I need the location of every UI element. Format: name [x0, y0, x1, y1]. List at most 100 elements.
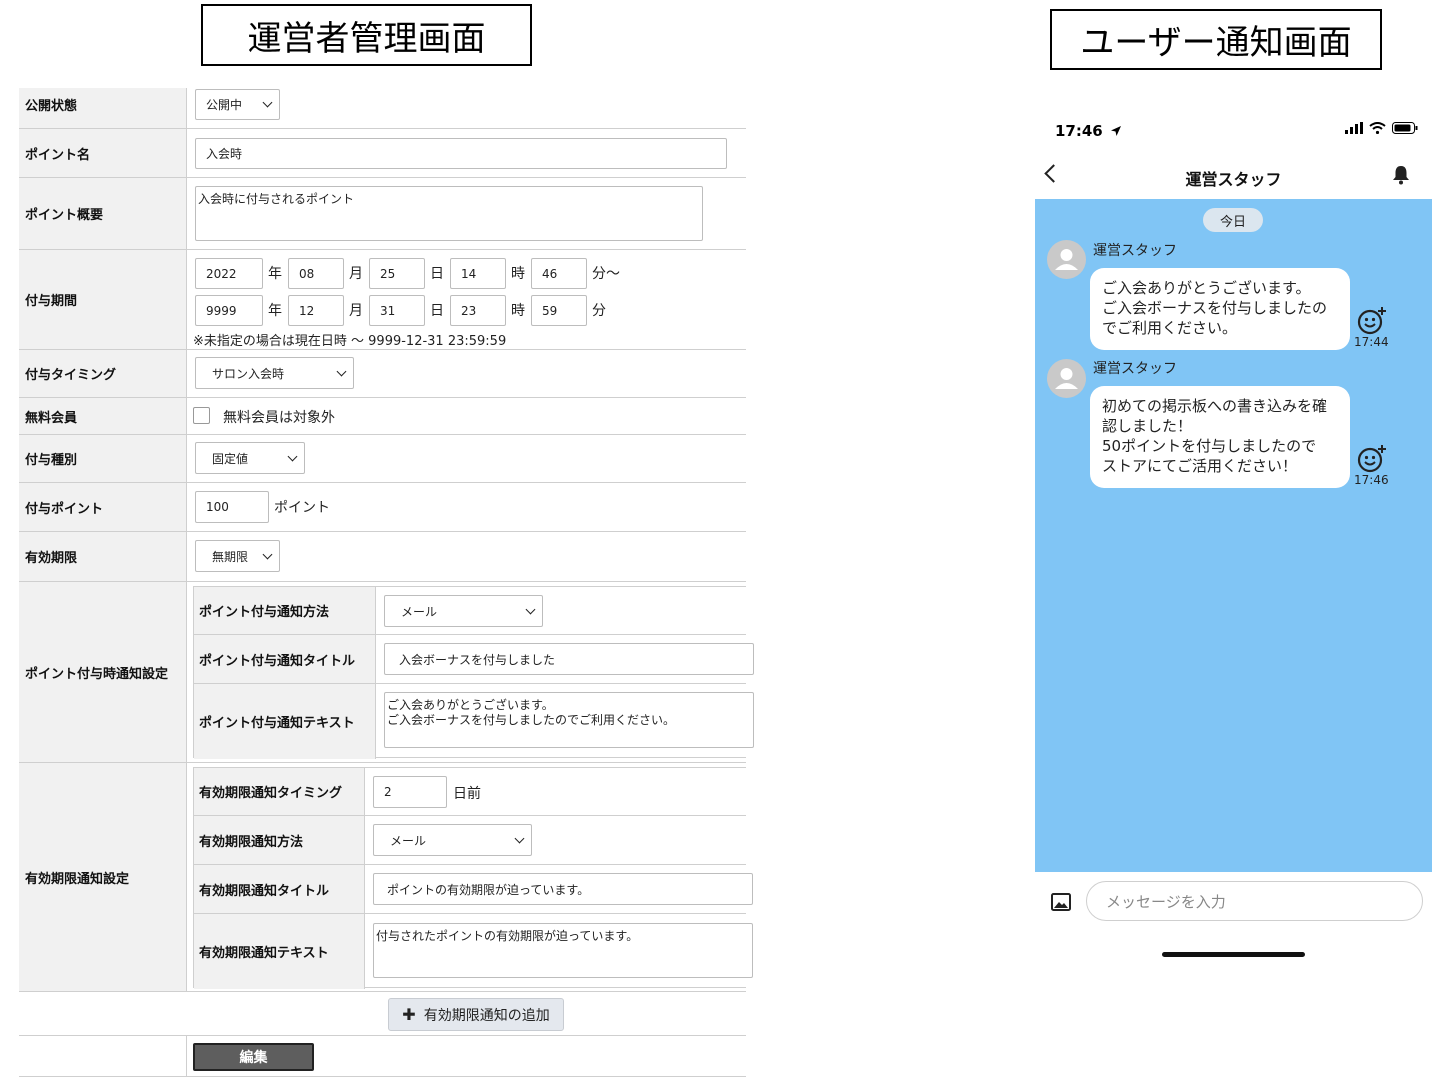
expiry-notice-text-label: 有効期限通知テキスト — [194, 914, 365, 989]
chevron-down-icon — [514, 833, 525, 843]
free-member-checkbox[interactable] — [193, 407, 210, 424]
grant-notice-title-label: ポイント付与通知タイトル — [194, 635, 376, 683]
expiry-notice-timing-row: 有効期限通知タイミング 2 日前 — [194, 768, 746, 816]
message-input-bar: メッセージを入力 — [1035, 872, 1432, 970]
grant-notice-method-label: ポイント付与通知方法 — [194, 587, 376, 634]
day-unit: 日 — [430, 303, 444, 319]
publish-select[interactable]: 公開中 — [195, 89, 280, 120]
grant-point-label: 付与ポイント — [19, 483, 187, 531]
user-icon — [1055, 249, 1078, 270]
chevron-down-icon — [336, 366, 347, 376]
minute-from-unit: 分～ — [592, 266, 620, 282]
edit-button[interactable]: 編集 — [193, 1043, 314, 1071]
end-minute-input[interactable]: 59 — [531, 295, 587, 326]
end-month-input[interactable]: 12 — [288, 295, 344, 326]
grant-notice-label: ポイント付与時通知設定 — [19, 582, 187, 762]
timing-label: 付与タイミング — [19, 350, 187, 397]
day-unit: 日 — [430, 266, 444, 282]
message-bubble: 初めての掲示板への書き込みを確 認しました！ 50ポイントを付与しましたので ス… — [1090, 386, 1350, 488]
wifi-icon — [1369, 122, 1386, 134]
period-note: ※未指定の場合は現在日時 ～ 9999-12-31 23:59:59 — [193, 334, 507, 349]
expiry-notice-title-row: 有効期限通知タイトル ポイントの有効期限が迫っています。 — [194, 865, 753, 914]
row-grant-notice: ポイント付与時通知設定 ポイント付与通知方法 メール ポイント付与通知タイトル … — [19, 582, 754, 763]
timing-select[interactable]: サロン入会時 — [195, 357, 354, 389]
status-time: 17:46 — [1055, 122, 1122, 140]
point-summary-label: ポイント概要 — [19, 178, 187, 249]
year-unit: 年 — [268, 266, 282, 282]
edit-row-label-cell — [19, 1036, 187, 1076]
grant-point-input[interactable]: 100 — [195, 491, 269, 523]
row-expiry-notice: 有効期限通知設定 有効期限通知タイミング 2 日前 有効期限通知方法 メール 有… — [19, 763, 753, 992]
grant-notice-text-label: ポイント付与通知テキスト — [194, 684, 376, 759]
start-month-input[interactable]: 08 — [288, 258, 344, 289]
image-icon[interactable] — [1051, 893, 1071, 911]
message-input[interactable]: メッセージを入力 — [1086, 881, 1423, 921]
status-icons — [1345, 122, 1418, 134]
hour-unit: 時 — [511, 266, 525, 282]
end-year-input[interactable]: 9999 — [195, 295, 263, 326]
add-expiry-notice-button[interactable]: ✚ 有効期限通知の追加 — [388, 998, 564, 1031]
free-member-label: 無料会員 — [19, 398, 187, 434]
point-name-input[interactable]: 入会時 — [195, 138, 727, 169]
expiry-notice-timing-input[interactable]: 2 — [373, 776, 447, 808]
grant-type-select[interactable]: 固定値 — [195, 442, 305, 474]
start-minute-input[interactable]: 46 — [531, 258, 587, 289]
expiry-select[interactable]: 無期限 — [195, 540, 280, 572]
add-reaction-icon[interactable] — [1357, 306, 1387, 336]
row-grant-type: 付与種別 固定値 — [19, 435, 746, 483]
expiry-value: 無期限 — [212, 549, 249, 564]
grant-notice-textarea[interactable]: ご入会ありがとうございます。 ご入会ボーナスを付与しましたのでご利用ください。 — [384, 692, 754, 748]
publish-label: 公開状態 — [19, 88, 187, 128]
message-sender: 運営スタッフ — [1093, 361, 1177, 377]
avatar — [1047, 240, 1086, 279]
start-hour-input[interactable]: 14 — [450, 258, 506, 289]
timing-value: サロン入会時 — [212, 366, 285, 381]
phone-screen: 17:46 運営スタッフ 今日 運営スタッフ ご入会ありがとうございます。 ご入… — [1035, 100, 1432, 970]
hour-unit: 時 — [511, 303, 525, 319]
bell-icon[interactable] — [1392, 165, 1410, 185]
row-free-member: 無料会員 無料会員は対象外 — [19, 398, 746, 435]
expiry-notice-method-label: 有効期限通知方法 — [194, 816, 365, 864]
period-label: 付与期間 — [19, 250, 187, 349]
user-icon — [1055, 368, 1078, 389]
expiry-notice-title-input[interactable]: ポイントの有効期限が迫っています。 — [373, 873, 753, 905]
row-edit: 編集 — [19, 1036, 746, 1077]
battery-icon — [1392, 122, 1418, 134]
location-arrow-icon — [1110, 126, 1121, 136]
row-add-notice: ✚ 有効期限通知の追加 — [19, 992, 746, 1036]
month-unit: 月 — [349, 303, 363, 319]
expiry-notice-textarea[interactable]: 付与されたポイントの有効期限が迫っています。 — [373, 923, 753, 978]
grant-notice-method-value: メール — [401, 604, 438, 619]
end-hour-input[interactable]: 23 — [450, 295, 506, 326]
chevron-down-icon — [262, 549, 273, 559]
month-unit: 月 — [349, 266, 363, 282]
grant-notice-method-select[interactable]: メール — [384, 595, 543, 627]
row-expiry: 有効期限 無期限 — [19, 532, 746, 582]
expiry-notice-timing-unit: 日前 — [453, 786, 481, 802]
start-day-input[interactable]: 25 — [369, 258, 425, 289]
point-summary-textarea[interactable]: 入会時に付与されるポイント — [195, 186, 703, 241]
grant-notice-title-input[interactable]: 入会ボーナスを付与しました — [384, 643, 754, 675]
expiry-notice-title-label: 有効期限通知タイトル — [194, 865, 365, 913]
plus-icon: ✚ — [402, 1005, 416, 1024]
message-sender: 運営スタッフ — [1093, 243, 1177, 259]
chevron-down-icon — [525, 604, 536, 614]
expiry-notice-method-select[interactable]: メール — [373, 824, 532, 856]
grant-type-value: 固定値 — [212, 451, 249, 466]
grant-type-label: 付与種別 — [19, 435, 187, 482]
expiry-notice-method-value: メール — [390, 833, 427, 848]
grant-notice-subtable: ポイント付与通知方法 メール ポイント付与通知タイトル 入会ボーナスを付与しまし… — [193, 586, 754, 759]
chevron-down-icon — [287, 451, 298, 461]
end-day-input[interactable]: 31 — [369, 295, 425, 326]
admin-screen-caption: 運営者管理画面 — [201, 4, 532, 66]
add-reaction-icon[interactable] — [1357, 444, 1387, 474]
row-point-name: ポイント名 入会時 — [19, 129, 746, 178]
grant-notice-text-row: ポイント付与通知テキスト ご入会ありがとうございます。 ご入会ボーナスを付与しま… — [194, 684, 754, 759]
expiry-notice-timing-label: 有効期限通知タイミング — [194, 768, 365, 815]
chat-navbar: 運営スタッフ — [1035, 155, 1432, 199]
start-year-input[interactable]: 2022 — [195, 258, 263, 289]
row-timing: 付与タイミング サロン入会時 — [19, 350, 746, 398]
message-time: 17:44 — [1354, 335, 1389, 349]
expiry-notice-method-row: 有効期限通知方法 メール — [194, 816, 746, 865]
message-bubble: ご入会ありがとうございます。 ご入会ボーナスを付与しましたの でご利用ください。 — [1090, 268, 1350, 350]
